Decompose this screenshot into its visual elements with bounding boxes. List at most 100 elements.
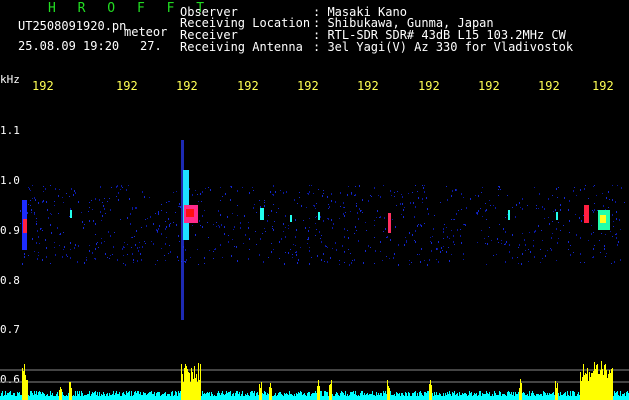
- signal-bar: [8, 393, 9, 400]
- noise-speck: [233, 229, 234, 230]
- signal-bar: [568, 395, 569, 400]
- signal-bar: [473, 395, 474, 400]
- noise-speck: [580, 237, 581, 239]
- noise-speck: [70, 249, 71, 250]
- noise-speck: [158, 211, 159, 213]
- signal-bar: [318, 380, 319, 400]
- signal-bar: [231, 396, 232, 400]
- noise-speck: [288, 225, 289, 226]
- signal-bar: [315, 391, 316, 400]
- noise-speck: [451, 219, 452, 220]
- noise-speck: [344, 236, 345, 238]
- noise-speck: [201, 201, 202, 202]
- noise-speck: [326, 246, 327, 247]
- signal-bar: [76, 396, 77, 400]
- signal-bar: [199, 380, 200, 400]
- noise-speck: [60, 233, 61, 235]
- noise-speck: [101, 242, 102, 244]
- signal-bar: [250, 392, 251, 400]
- noise-speck: [613, 226, 614, 227]
- signal-bar: [186, 366, 187, 400]
- noise-speck: [216, 226, 217, 227]
- noise-speck: [380, 216, 381, 218]
- signal-bar: [156, 393, 157, 400]
- noise-speck: [313, 205, 314, 206]
- noise-speck: [204, 257, 205, 259]
- signal-bar: [43, 393, 44, 400]
- signal-bar: [84, 395, 85, 400]
- noise-speck: [362, 199, 363, 201]
- noise-speck: [429, 259, 430, 260]
- noise-speck: [197, 194, 198, 195]
- signal-bar: [367, 393, 368, 400]
- signal-bar: [406, 393, 407, 400]
- noise-speck: [602, 193, 603, 194]
- noise-speck: [308, 238, 309, 240]
- noise-speck: [497, 238, 498, 240]
- noise-speck: [611, 263, 612, 264]
- noise-speck: [427, 208, 428, 210]
- noise-speck: [69, 216, 70, 217]
- noise-speck: [394, 253, 395, 255]
- signal-bar: [336, 392, 337, 400]
- noise-speck: [125, 264, 126, 266]
- noise-speck: [295, 245, 296, 246]
- noise-speck: [157, 230, 158, 232]
- signal-bar: [562, 395, 563, 400]
- noise-speck: [525, 244, 526, 246]
- noise-speck: [505, 261, 506, 263]
- noise-speck: [438, 261, 439, 263]
- signal-bar: [376, 392, 377, 400]
- noise-speck: [355, 226, 356, 228]
- noise-speck: [409, 232, 410, 234]
- signal-bar: [407, 396, 408, 400]
- noise-speck: [446, 227, 447, 228]
- noise-speck: [178, 235, 179, 237]
- noise-speck: [42, 259, 43, 261]
- signal-bar: [585, 373, 586, 400]
- noise-speck: [447, 199, 448, 201]
- signal-bar: [116, 391, 117, 400]
- noise-speck: [539, 193, 540, 195]
- meteor-echo: [260, 208, 264, 220]
- noise-speck: [54, 201, 55, 202]
- noise-speck: [368, 200, 369, 202]
- signal-bar: [217, 393, 218, 400]
- signal-bar: [582, 377, 583, 400]
- noise-speck: [406, 240, 407, 241]
- noise-speck: [299, 197, 300, 198]
- signal-bar: [431, 385, 432, 400]
- signal-bar: [37, 395, 38, 400]
- signal-bar: [50, 391, 51, 400]
- noise-speck: [599, 240, 600, 241]
- signal-bar: [243, 396, 244, 400]
- signal-bar: [518, 392, 519, 400]
- noise-speck: [331, 219, 332, 221]
- signal-bar: [337, 393, 338, 400]
- noise-speck: [264, 205, 265, 207]
- signal-bar: [162, 394, 163, 400]
- signal-bar: [496, 395, 497, 400]
- signal-bar: [163, 394, 164, 400]
- noise-speck: [370, 247, 371, 248]
- signal-bar: [416, 396, 417, 400]
- noise-speck: [66, 193, 67, 194]
- noise-speck: [395, 226, 396, 228]
- signal-bar: [213, 396, 214, 400]
- noise-speck: [175, 212, 176, 213]
- noise-speck: [451, 195, 452, 197]
- noise-speck: [186, 259, 187, 261]
- signal-bar: [64, 396, 65, 400]
- signal-bar: [536, 394, 537, 400]
- signal-bar: [314, 393, 315, 400]
- noise-speck: [482, 187, 483, 188]
- noise-speck: [327, 196, 328, 198]
- signal-bar: [444, 396, 445, 400]
- signal-bar: [528, 396, 529, 400]
- signal-bar: [101, 394, 102, 400]
- noise-speck: [95, 198, 96, 200]
- noise-speck: [558, 222, 559, 223]
- signal-bar: [264, 391, 265, 400]
- signal-bar: [429, 384, 430, 400]
- signal-bar: [610, 373, 611, 400]
